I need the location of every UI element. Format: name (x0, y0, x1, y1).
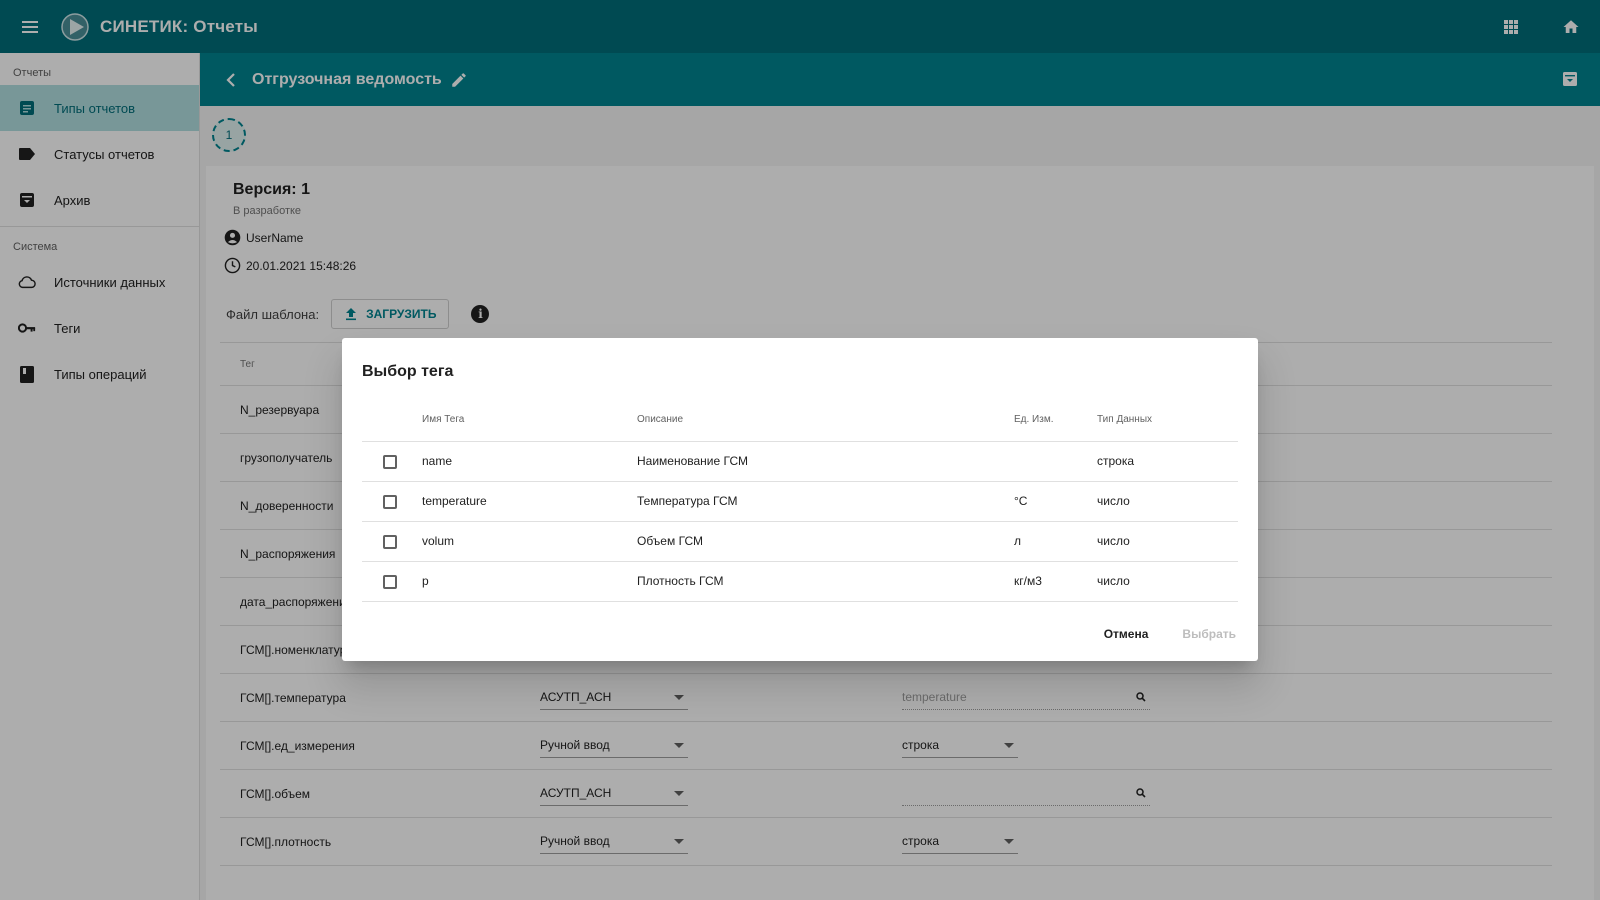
tag-description-cell: Плотность ГСМ (637, 574, 724, 588)
tag-unit-cell: °C (1014, 494, 1028, 508)
column-header-type: Тип Данных (1097, 414, 1153, 425)
tag-type-cell: число (1097, 494, 1130, 508)
tag-unit-cell: л (1014, 534, 1022, 548)
cancel-button[interactable]: Отмена (1104, 627, 1149, 641)
tag-name-cell: temperature (422, 494, 487, 508)
tag-picker-table: Имя Тега Описание Ед. Изм. Тип Данных na… (362, 400, 1238, 602)
table-row[interactable]: temperature Температура ГСМ °C число (362, 482, 1238, 522)
select-button[interactable]: Выбрать (1182, 627, 1236, 641)
row-checkbox[interactable] (383, 455, 397, 469)
tag-description-cell: Объем ГСМ (637, 534, 704, 548)
tag-type-cell: число (1097, 534, 1130, 548)
tag-description-cell: Наименование ГСМ (637, 454, 749, 468)
column-header-description: Описание (637, 414, 684, 425)
tag-description-cell: Температура ГСМ (637, 494, 738, 508)
dialog-title: Выбор тега (362, 363, 454, 380)
tag-type-cell: строка (1097, 454, 1135, 468)
tag-name-cell: volum (422, 534, 455, 548)
tag-picker-dialog: Выбор тега Имя Тега Описание Ед. Изм. Ти… (342, 338, 1258, 661)
table-row[interactable]: name Наименование ГСМ строка (362, 442, 1238, 482)
tag-unit-cell: кг/м3 (1014, 574, 1042, 588)
tag-type-cell: число (1097, 574, 1130, 588)
table-row[interactable]: volum Объем ГСМ л число (362, 522, 1238, 562)
column-header-unit: Ед. Изм. (1014, 414, 1054, 425)
dialog-actions: Отмена Выбрать (1104, 627, 1236, 641)
row-checkbox[interactable] (383, 575, 397, 589)
tag-name-cell: name (422, 454, 453, 468)
row-checkbox[interactable] (383, 535, 397, 549)
row-checkbox[interactable] (383, 495, 397, 509)
tag-picker-header: Имя Тега Описание Ед. Изм. Тип Данных (362, 400, 1238, 442)
column-header-name: Имя Тега (422, 414, 465, 425)
table-row[interactable]: p Плотность ГСМ кг/м3 число (362, 562, 1238, 602)
tag-name-cell: p (422, 574, 429, 588)
